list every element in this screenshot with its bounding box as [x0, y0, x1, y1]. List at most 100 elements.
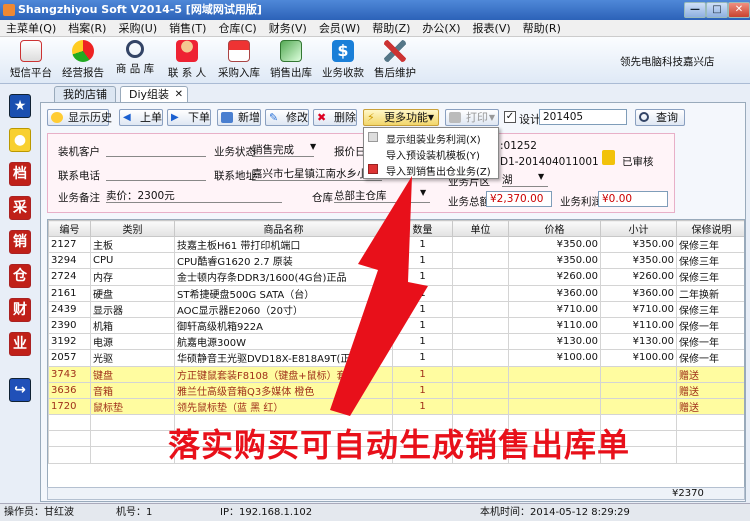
pencil-icon: ✎: [269, 111, 279, 124]
col-subtotal[interactable]: 小计: [600, 220, 677, 237]
status-operator: 操作员：甘红波: [4, 507, 74, 518]
print-button[interactable]: 打印 ▼: [445, 109, 499, 126]
toolbar-contacts-button[interactable]: 联 系 人: [160, 40, 214, 82]
cell-price: ¥100.00: [508, 349, 601, 367]
customer-field[interactable]: [106, 142, 206, 157]
period-input[interactable]: 201405: [539, 109, 627, 125]
empty-cell: [676, 430, 744, 448]
empty-cell: [90, 430, 175, 448]
query-button[interactable]: 查询: [635, 109, 685, 126]
next-button[interactable]: ▶ 下单: [167, 109, 211, 126]
cell-price: ¥350.00: [508, 235, 601, 254]
menu-main[interactable]: 主菜单(Q): [0, 20, 62, 37]
sidebar-archive-button[interactable]: 档: [9, 162, 31, 186]
sidebar-bulb-icon[interactable]: ●: [9, 128, 31, 152]
status-machine: 机号：1: [116, 507, 153, 518]
col-warranty[interactable]: 保修说明: [676, 220, 744, 237]
prev-button[interactable]: ◀ 上单: [119, 109, 163, 126]
person-icon: [176, 40, 198, 62]
menu-bar: 主菜单(Q) 档案(R) 采购(U) 销售(T) 仓库(C) 财务(V) 会员(W) 帮助(Z…: [0, 20, 750, 37]
maximize-button[interactable]: □: [706, 2, 728, 18]
menu-finance[interactable]: 财务(V): [263, 20, 313, 37]
doc-no-short: :01252: [500, 140, 537, 152]
grid-total: ¥2370: [672, 488, 704, 499]
toolbar-aftersales-button[interactable]: 售后维护: [368, 40, 422, 82]
cell-category: 光驱: [90, 349, 175, 367]
toolbar-purchase-in-button[interactable]: 采购入库: [212, 40, 266, 82]
cell-warranty: 保修一年: [676, 333, 744, 351]
cell-warranty: 保修三年: [676, 235, 744, 254]
menu-office[interactable]: 办公(X): [416, 20, 466, 37]
cell-unit: [452, 365, 509, 383]
cell-price: ¥350.00: [508, 252, 601, 270]
menu-archive[interactable]: 档案(R): [62, 20, 112, 37]
close-button[interactable]: ✕: [728, 2, 750, 18]
design-checkbox[interactable]: ✓: [504, 111, 516, 123]
sidebar-exit-icon[interactable]: ↪: [9, 378, 31, 402]
toolbar-collection-button[interactable]: $ 业务收款: [316, 40, 370, 82]
sidebar-finance-button[interactable]: 财: [9, 298, 31, 322]
menu-purchase[interactable]: 采购(U): [112, 20, 163, 37]
menu-help[interactable]: 帮助(Z): [366, 20, 416, 37]
doc-no-full: D1-201404011001: [500, 156, 599, 168]
sidebar-business-button[interactable]: 业: [9, 332, 31, 356]
toolbar-products-button[interactable]: 商 品 库: [108, 40, 162, 82]
toolbar-sms-button[interactable]: 短信平台: [4, 40, 58, 82]
cell-unit: [452, 333, 509, 351]
sidebar-purchase-button[interactable]: 采: [9, 196, 31, 220]
cell-code: 3294: [48, 252, 91, 270]
cell-unit: [452, 268, 509, 286]
tab-close-icon[interactable]: ✕: [175, 87, 183, 102]
status-field[interactable]: 销售完成: [252, 142, 314, 157]
cell-price: ¥360.00: [508, 284, 601, 302]
sidebar-star-icon[interactable]: ★: [9, 94, 31, 118]
address-label: 联系地址: [214, 170, 256, 182]
tools-icon: [384, 40, 406, 62]
envelope-icon: [20, 40, 42, 62]
red-arrow-annotation: [330, 176, 428, 416]
status-dropdown-icon[interactable]: ▼: [310, 142, 316, 151]
status-bar: 操作员：甘红波 机号：1 IP：192.168.1.102 本机时间：2014-…: [0, 503, 750, 521]
lightning-icon: ⚡: [367, 111, 375, 124]
show-history-button[interactable]: 显示历史: [47, 109, 112, 126]
district-dropdown-icon[interactable]: ▼: [538, 172, 544, 181]
empty-cell: [90, 414, 175, 432]
cell-subtotal: ¥260.00: [600, 268, 677, 286]
arrow-left-icon: ◀: [123, 112, 131, 123]
menu-help-2[interactable]: 帮助(R): [517, 20, 567, 37]
menu-sales[interactable]: 销售(T): [163, 20, 212, 37]
cell-unit: [452, 300, 509, 318]
toolbar: 短信平台 经营报告 商 品 库 联 系 人 采购入库 销售出库 $ 业务收款 售后…: [0, 37, 750, 84]
status-time: 本机时间：2014-05-12 8:29:29: [480, 507, 630, 518]
cell-price: ¥110.00: [508, 316, 601, 335]
cell-price: [508, 365, 601, 383]
menu-reports[interactable]: 报表(V): [467, 20, 517, 37]
edit-button[interactable]: ✎ 修改: [265, 109, 309, 126]
sidebar-sales-button[interactable]: 销: [9, 230, 31, 254]
menu-warehouse[interactable]: 仓库(C): [212, 20, 262, 37]
toolbar-report-button[interactable]: 经营报告: [56, 40, 110, 82]
cell-category: 内存: [90, 268, 175, 286]
cell-subtotal: ¥360.00: [600, 284, 677, 302]
minimize-button[interactable]: —: [684, 2, 706, 18]
menu-member[interactable]: 会员(W): [313, 20, 366, 37]
phone-field[interactable]: [106, 166, 206, 181]
sidebar-warehouse-button[interactable]: 仓: [9, 264, 31, 288]
add-button[interactable]: 新增: [217, 109, 261, 126]
col-unit[interactable]: 单位: [452, 220, 509, 237]
toolbar-sales-out-button[interactable]: 销售出库: [264, 40, 318, 82]
note-field[interactable]: 卖价：2300元: [106, 188, 282, 203]
cell-price: ¥710.00: [508, 300, 601, 318]
delete-button[interactable]: ✖ 删除: [313, 109, 357, 126]
col-price[interactable]: 价格: [508, 220, 601, 237]
profit-label: 业务利润: [560, 196, 602, 208]
col-category[interactable]: 类别: [90, 220, 175, 237]
more-functions-button[interactable]: ⚡ 更多功能 ▼: [363, 109, 439, 126]
tab-diy-label: Diy组装: [129, 88, 170, 101]
chevron-down-icon: ▼: [427, 113, 434, 122]
app-icon: [3, 4, 15, 16]
menu-item-show-profit[interactable]: 显示组装业务利润(X): [386, 131, 481, 146]
tab-my-store[interactable]: 我的店铺: [54, 86, 116, 102]
col-code[interactable]: 编号: [48, 220, 91, 237]
tab-diy-assembly[interactable]: Diy组装 ✕: [120, 86, 189, 102]
